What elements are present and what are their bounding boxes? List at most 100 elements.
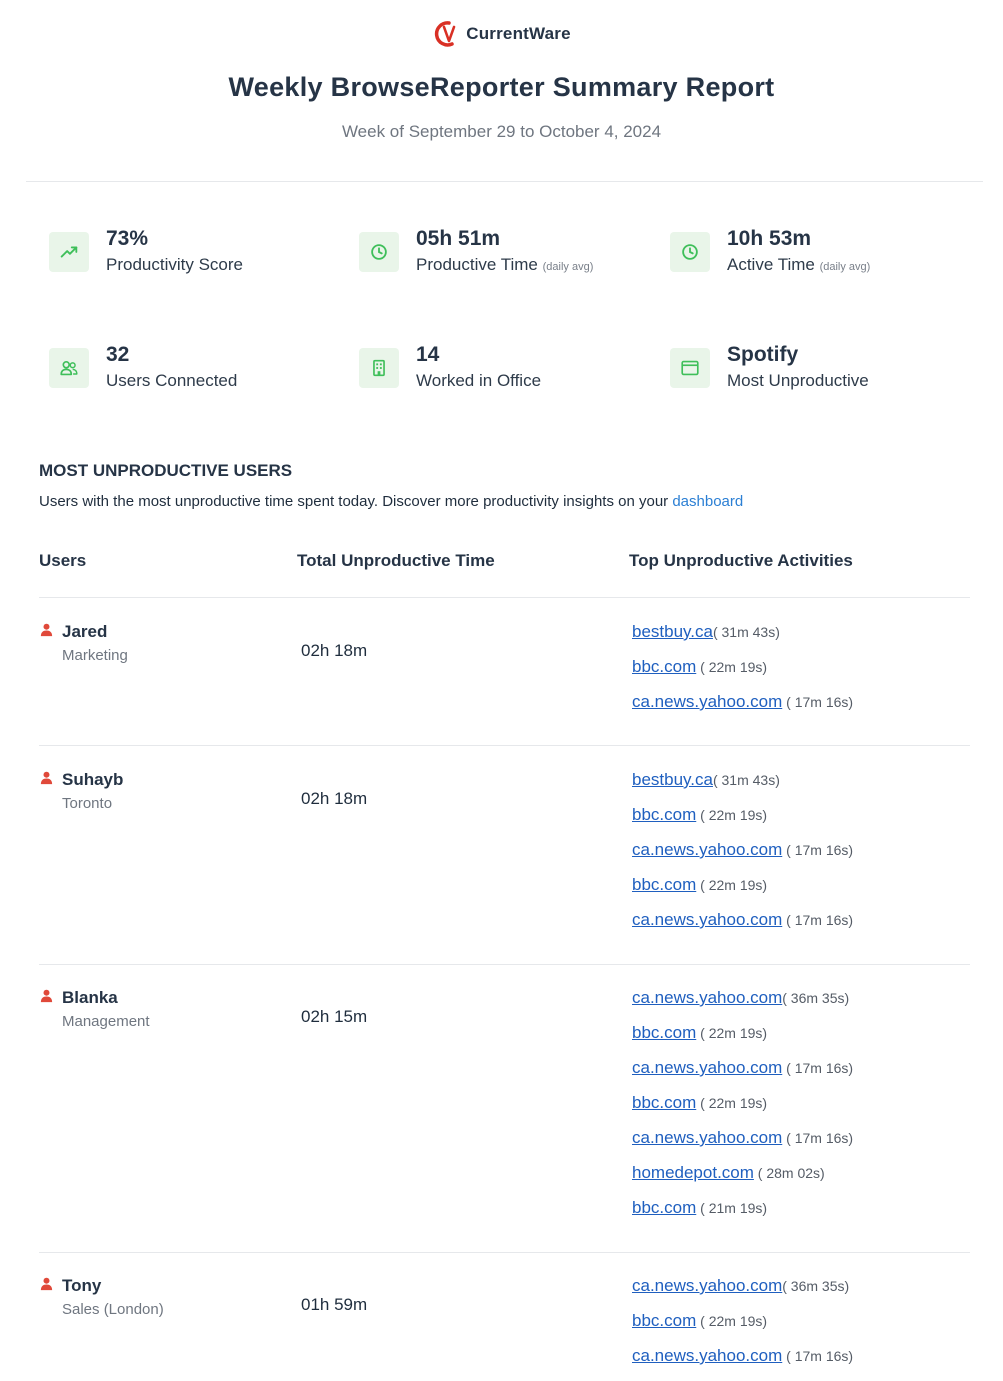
activity-site-link[interactable]: bbc.com <box>632 875 696 894</box>
total-unproductive-time: 02h 18m <box>301 789 368 808</box>
activity-duration: ( 22m 19s) <box>696 807 768 823</box>
stat-most-unproductive: Spotify Most Unproductive <box>670 341 869 392</box>
activity-item: bbc.com ( 22m 19s) <box>632 657 853 692</box>
user-name: Blanka <box>62 988 118 1007</box>
activity-duration: ( 22m 19s) <box>696 1025 768 1041</box>
activity-duration: ( 22m 19s) <box>696 1313 768 1329</box>
activity-site-link[interactable]: ca.news.yahoo.com <box>632 1058 782 1077</box>
column-header-users: Users <box>39 551 87 570</box>
stat-value: 10h 53m <box>727 227 812 250</box>
activity-site-link[interactable]: bbc.com <box>632 805 696 824</box>
column-header-total-unproductive-time: Total Unproductive Time <box>297 551 495 570</box>
activity-duration: ( 17m 16s) <box>782 1060 854 1076</box>
activity-duration: ( 28m 02s) <box>753 1165 825 1181</box>
activity-item: ca.news.yahoo.com( 36m 35s) <box>632 988 853 1023</box>
user-cell: Blanka Management <box>39 988 150 1030</box>
stat-value: 73% <box>106 227 149 250</box>
stat-value: 32 <box>106 343 130 366</box>
activity-site-link[interactable]: bbc.com <box>632 1093 696 1112</box>
stat-label: Most Unproductive <box>727 371 869 390</box>
stat-label: Users Connected <box>106 371 238 390</box>
activity-item: bbc.com ( 22m 19s) <box>632 875 853 910</box>
activity-site-link[interactable]: ca.news.yahoo.com <box>632 988 782 1007</box>
activity-site-link[interactable]: ca.news.yahoo.com <box>632 692 782 711</box>
activity-item: bestbuy.ca( 31m 43s) <box>632 622 853 657</box>
activity-item: homedepot.com ( 28m 02s) <box>632 1163 853 1198</box>
activity-duration: ( 17m 16s) <box>782 912 854 928</box>
person-icon <box>39 1276 54 1296</box>
stat-users-connected: 32 Users Connected <box>49 341 237 392</box>
person-icon <box>39 988 54 1008</box>
stat-note: (daily avg) <box>819 261 871 273</box>
activity-item: bbc.com ( 22m 19s) <box>632 805 853 840</box>
brand-name: CurrentWare <box>466 24 571 43</box>
currentware-logo-icon <box>435 21 456 47</box>
activity-duration: ( 17m 16s) <box>782 1130 854 1146</box>
activity-item: bestbuy.ca( 31m 43s) <box>632 770 853 805</box>
total-unproductive-time: 02h 15m <box>301 1007 368 1026</box>
users-icon <box>49 348 89 388</box>
activity-list: bestbuy.ca( 31m 43s) bbc.com ( 22m 19s) ca… <box>632 770 853 945</box>
activity-item: bbc.com ( 21m 19s) <box>632 1198 853 1233</box>
person-icon <box>39 622 54 642</box>
stat-label: Active Time <box>727 255 815 274</box>
activity-item: ca.news.yahoo.com ( 17m 16s) <box>632 840 853 875</box>
activity-site-link[interactable]: ca.news.yahoo.com <box>632 1128 782 1147</box>
stat-active-time: 10h 53m Active Time (daily avg) <box>670 225 870 278</box>
user-cell: Suhayb Toronto <box>39 770 123 812</box>
stat-value: 14 <box>416 343 440 366</box>
activity-item: ca.news.yahoo.com ( 17m 16s) <box>632 910 853 945</box>
activity-site-link[interactable]: ca.news.yahoo.com <box>632 1276 782 1295</box>
stat-label: Worked in Office <box>416 371 542 390</box>
column-header-top-activities: Top Unproductive Activities <box>629 551 853 570</box>
activity-site-link[interactable]: bestbuy.ca <box>632 770 713 789</box>
activity-duration: ( 17m 16s) <box>782 842 854 858</box>
activity-site-link[interactable]: bestbuy.ca <box>632 622 713 641</box>
activity-item: bbc.com ( 22m 19s) <box>632 1311 853 1346</box>
activity-list: ca.news.yahoo.com( 36m 35s) bbc.com ( 22m… <box>632 1276 853 1381</box>
brand-logo: CurrentWare <box>0 20 1003 48</box>
trend-up-icon <box>49 232 89 272</box>
row-divider <box>39 964 970 965</box>
activity-site-link[interactable]: ca.news.yahoo.com <box>632 840 782 859</box>
activity-item: bbc.com ( 22m 19s) <box>632 1093 853 1128</box>
section-title: MOST UNPRODUCTIVE USERS <box>39 461 293 480</box>
user-department: Sales (London) <box>62 1301 164 1318</box>
activity-site-link[interactable]: ca.news.yahoo.com <box>632 1346 782 1365</box>
activity-site-link[interactable]: bbc.com <box>632 1198 696 1217</box>
building-icon <box>359 348 399 388</box>
activity-site-link[interactable]: bbc.com <box>632 1023 696 1042</box>
user-cell: Jared Marketing <box>39 622 128 664</box>
user-department: Marketing <box>62 647 128 664</box>
activity-duration: ( 17m 16s) <box>782 694 854 710</box>
user-department: Toronto <box>62 795 113 812</box>
section-description-text: Users with the most unproductive time sp… <box>39 493 669 510</box>
activity-list: ca.news.yahoo.com( 36m 35s) bbc.com ( 22m… <box>632 988 853 1233</box>
row-divider <box>39 1252 970 1253</box>
activity-item: ca.news.yahoo.com ( 17m 16s) <box>632 1346 853 1381</box>
total-unproductive-time: 02h 18m <box>301 641 368 660</box>
user-department: Management <box>62 1013 150 1030</box>
activity-item: ca.news.yahoo.com( 36m 35s) <box>632 1276 853 1311</box>
user-name: Tony <box>62 1276 102 1295</box>
activity-duration: ( 36m 35s) <box>782 1278 850 1294</box>
stat-label: Productive Time <box>416 255 538 274</box>
stat-note: (daily avg) <box>542 261 594 273</box>
user-name: Suhayb <box>62 770 124 789</box>
stat-label: Productivity Score <box>106 255 243 274</box>
activity-duration: ( 31m 43s) <box>712 772 780 788</box>
stat-value: Spotify <box>727 343 799 366</box>
dashboard-link[interactable]: dashboard <box>672 493 743 510</box>
activity-duration: ( 22m 19s) <box>696 877 768 893</box>
activity-site-link[interactable]: bbc.com <box>632 1311 696 1330</box>
activity-item: ca.news.yahoo.com ( 17m 16s) <box>632 1128 853 1163</box>
activity-site-link[interactable]: bbc.com <box>632 657 696 676</box>
activity-site-link[interactable]: homedepot.com <box>632 1163 754 1182</box>
activity-duration: ( 17m 16s) <box>782 1348 854 1364</box>
report-subtitle: Week of September 29 to October 4, 2024 <box>341 122 662 141</box>
activity-site-link[interactable]: ca.news.yahoo.com <box>632 910 782 929</box>
stat-value: 05h 51m <box>416 227 501 250</box>
window-icon <box>670 348 710 388</box>
person-icon <box>39 770 54 790</box>
activity-item: bbc.com ( 22m 19s) <box>632 1023 853 1058</box>
